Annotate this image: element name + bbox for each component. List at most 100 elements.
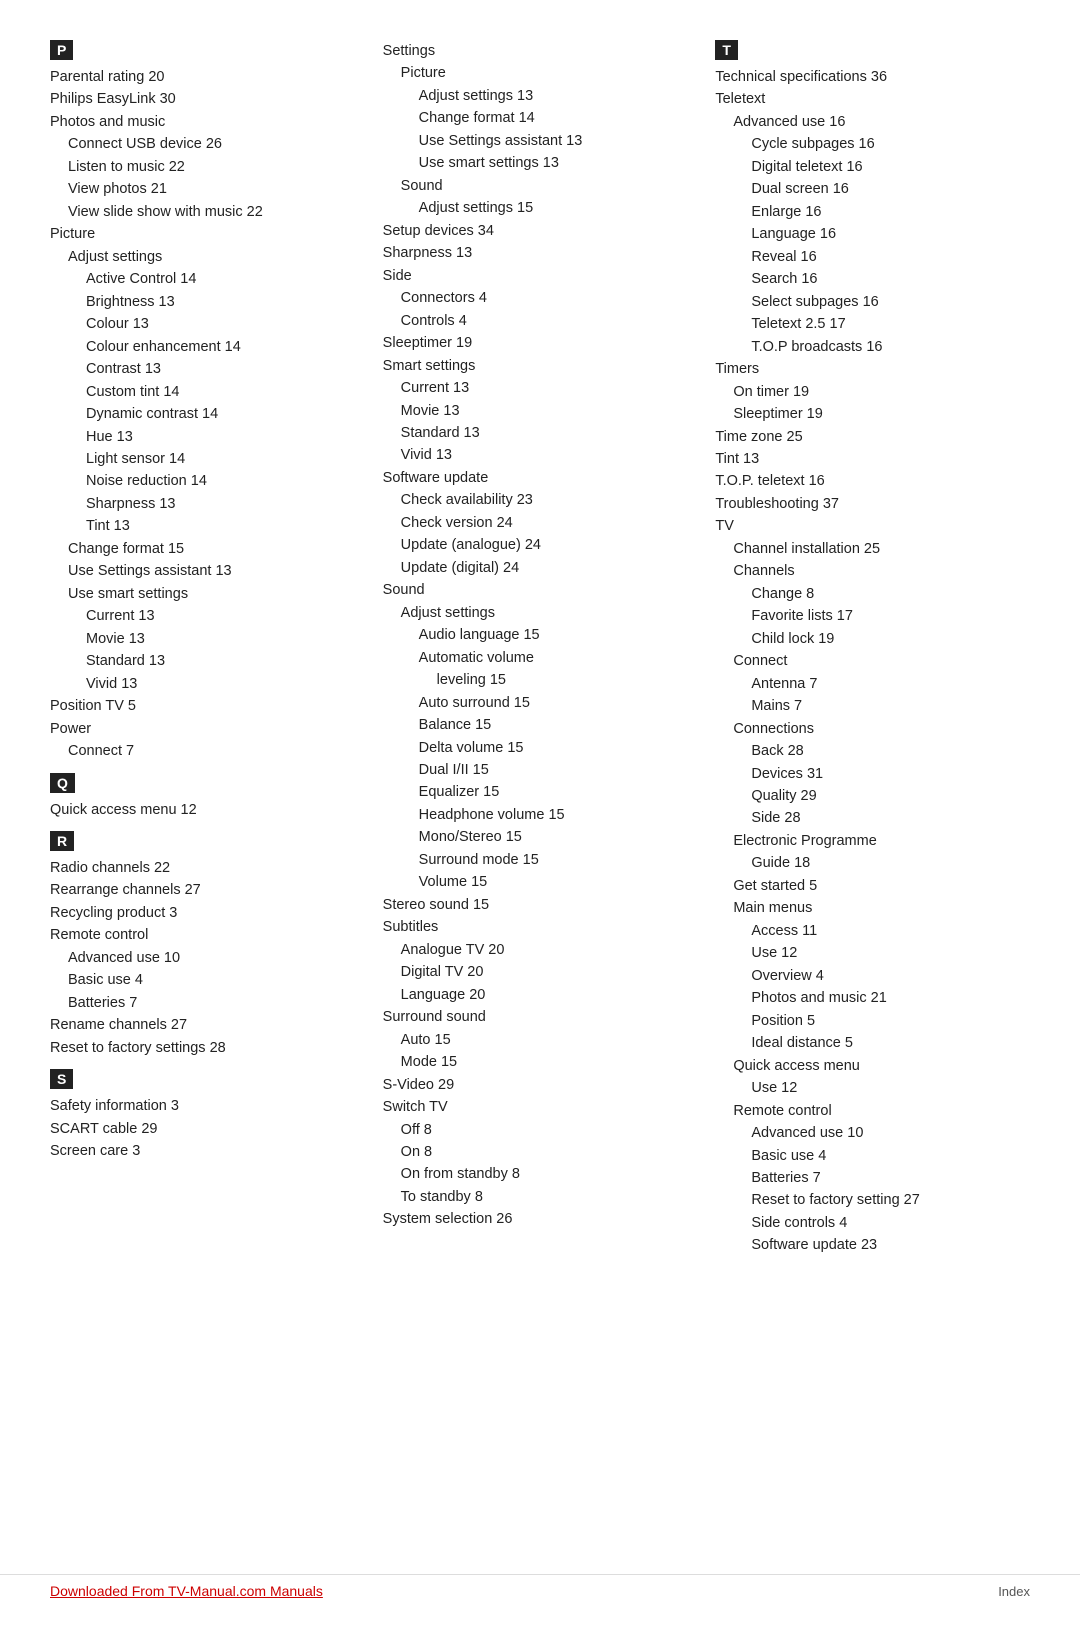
list-item: Dual I/II 15 xyxy=(419,759,698,781)
page: PParental rating 20Philips EasyLink 30Ph… xyxy=(0,0,1080,1337)
list-item: Off 8 xyxy=(401,1119,698,1141)
list-item: View photos 21 xyxy=(68,178,365,200)
list-item: Main menus xyxy=(733,897,1030,919)
list-item: Sound xyxy=(401,175,698,197)
list-item: Batteries 7 xyxy=(751,1167,1030,1189)
list-item: Safety information 3 xyxy=(50,1095,365,1117)
list-item: Reveal 16 xyxy=(751,246,1030,268)
list-item: Adjust settings xyxy=(401,602,698,624)
list-item: Volume 15 xyxy=(419,871,698,893)
list-item: Picture xyxy=(50,223,365,245)
list-item: Analogue TV 20 xyxy=(401,939,698,961)
list-item: Colour 13 xyxy=(86,313,365,335)
list-item: leveling 15 xyxy=(437,669,698,691)
list-item: Timers xyxy=(715,358,1030,380)
list-item: Check availability 23 xyxy=(401,489,698,511)
list-item: Subtitles xyxy=(383,916,698,938)
list-item: Devices 31 xyxy=(751,763,1030,785)
section-header-s: S xyxy=(50,1069,73,1089)
list-item: Current 13 xyxy=(401,377,698,399)
list-item: View slide show with music 22 xyxy=(68,201,365,223)
list-item: Auto surround 15 xyxy=(419,692,698,714)
list-item: Guide 18 xyxy=(751,852,1030,874)
list-item: Software update xyxy=(383,467,698,489)
list-item: Noise reduction 14 xyxy=(86,470,365,492)
list-item: Sharpness 13 xyxy=(383,242,698,264)
list-item: Advanced use 10 xyxy=(751,1122,1030,1144)
list-item: Language 16 xyxy=(751,223,1030,245)
list-item: Update (analogue) 24 xyxy=(401,534,698,556)
list-item: Brightness 13 xyxy=(86,291,365,313)
list-item: Balance 15 xyxy=(419,714,698,736)
list-item: System selection 26 xyxy=(383,1208,698,1230)
footer: Downloaded From TV-Manual.com Manuals In… xyxy=(0,1574,1080,1599)
list-item: Movie 13 xyxy=(401,400,698,422)
list-item: Check version 24 xyxy=(401,512,698,534)
list-item: Switch TV xyxy=(383,1096,698,1118)
list-item: Auto 15 xyxy=(401,1029,698,1051)
list-item: Cycle subpages 16 xyxy=(751,133,1030,155)
list-item: Equalizer 15 xyxy=(419,781,698,803)
list-item: Access 11 xyxy=(751,920,1030,942)
list-item: Standard 13 xyxy=(86,650,365,672)
list-item: Antenna 7 xyxy=(751,673,1030,695)
list-item: Position TV 5 xyxy=(50,695,365,717)
list-item: Surround sound xyxy=(383,1006,698,1028)
list-item: Side 28 xyxy=(751,807,1030,829)
list-item: Mode 15 xyxy=(401,1051,698,1073)
column-1: SettingsPictureAdjust settings 13Change … xyxy=(383,40,716,1257)
list-item: Sleeptimer 19 xyxy=(383,332,698,354)
list-item: Troubleshooting 37 xyxy=(715,493,1030,515)
list-item: Smart settings xyxy=(383,355,698,377)
list-item: Use 12 xyxy=(751,1077,1030,1099)
list-item: Reset to factory settings 28 xyxy=(50,1037,365,1059)
list-item: Rename channels 27 xyxy=(50,1014,365,1036)
list-item: Overview 4 xyxy=(751,965,1030,987)
list-item: Favorite lists 17 xyxy=(751,605,1030,627)
list-item: Adjust settings 13 xyxy=(419,85,698,107)
list-item: Time zone 25 xyxy=(715,426,1030,448)
list-item: Audio language 15 xyxy=(419,624,698,646)
section-header-q: Q xyxy=(50,773,75,793)
list-item: Back 28 xyxy=(751,740,1030,762)
list-item: Teletext xyxy=(715,88,1030,110)
list-item: Language 20 xyxy=(401,984,698,1006)
list-item: Change format 14 xyxy=(419,107,698,129)
list-item: Standard 13 xyxy=(401,422,698,444)
list-item: Controls 4 xyxy=(401,310,698,332)
list-item: Custom tint 14 xyxy=(86,381,365,403)
list-item: Connectors 4 xyxy=(401,287,698,309)
list-item: TV xyxy=(715,515,1030,537)
list-item: Get started 5 xyxy=(733,875,1030,897)
list-item: Dynamic contrast 14 xyxy=(86,403,365,425)
list-item: Select subpages 16 xyxy=(751,291,1030,313)
list-item: Headphone volume 15 xyxy=(419,804,698,826)
list-item: Search 16 xyxy=(751,268,1030,290)
list-item: Rearrange channels 27 xyxy=(50,879,365,901)
list-item: Use smart settings xyxy=(68,583,365,605)
list-item: Surround mode 15 xyxy=(419,849,698,871)
list-item: To standby 8 xyxy=(401,1186,698,1208)
section-header-p: P xyxy=(50,40,73,60)
list-item: Change 8 xyxy=(751,583,1030,605)
list-item: Remote control xyxy=(50,924,365,946)
list-item: Setup devices 34 xyxy=(383,220,698,242)
list-item: Mono/Stereo 15 xyxy=(419,826,698,848)
list-item: Screen care 3 xyxy=(50,1140,365,1162)
section-header-r: R xyxy=(50,831,74,851)
footer-link[interactable]: Downloaded From TV-Manual.com Manuals xyxy=(50,1583,323,1599)
list-item: Parental rating 20 xyxy=(50,66,365,88)
list-item: Active Control 14 xyxy=(86,268,365,290)
list-item: Philips EasyLink 30 xyxy=(50,88,365,110)
list-item: Movie 13 xyxy=(86,628,365,650)
list-item: On from standby 8 xyxy=(401,1163,698,1185)
content-columns: PParental rating 20Philips EasyLink 30Ph… xyxy=(50,40,1030,1257)
list-item: On timer 19 xyxy=(733,381,1030,403)
list-item: Sound xyxy=(383,579,698,601)
list-item: Current 13 xyxy=(86,605,365,627)
list-item: Connect USB device 26 xyxy=(68,133,365,155)
list-item: Change format 15 xyxy=(68,538,365,560)
list-item: Side xyxy=(383,265,698,287)
list-item: Use Settings assistant 13 xyxy=(68,560,365,582)
list-item: Contrast 13 xyxy=(86,358,365,380)
